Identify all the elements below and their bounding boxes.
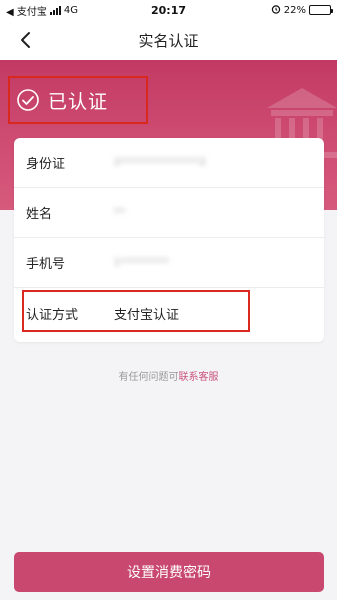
id-card-row: 身份证 2*************2 (14, 138, 324, 188)
carrier-label: ◀ 支付宝 (6, 6, 47, 18)
name-label: 姓名 (26, 207, 53, 222)
chevron-left-icon (21, 32, 30, 48)
alarm-icon (271, 4, 281, 17)
navigation-bar: 实名认证 (0, 20, 337, 60)
battery-icon (309, 5, 333, 15)
battery-percent: 22% (283, 4, 306, 16)
name-value: ** (114, 207, 126, 218)
phone-label: 手机号 (26, 257, 66, 272)
status-left: ◀ 支付宝 4G (6, 3, 78, 18)
check-circle-icon (17, 89, 39, 111)
signal-icon (49, 5, 61, 15)
set-payment-password-button[interactable]: 设置消费密码 (14, 552, 324, 592)
real-name-verification-page: ◀ 支付宝 4G 20:17 22% 实名认证 已认证 身份证 2*******… (0, 0, 337, 600)
identity-info-card: 身份证 2*************2 姓名 ** 手机号 1******** … (14, 138, 324, 342)
status-bar: ◀ 支付宝 4G 20:17 22% (0, 0, 337, 20)
name-row: 姓名 ** (14, 188, 324, 238)
page-title: 实名认证 (138, 31, 199, 50)
network-label: 4G (63, 4, 78, 16)
id-card-value: 2*************2 (114, 157, 207, 168)
verified-label: 已认证 (48, 90, 109, 113)
verified-status: 已认证 (8, 76, 148, 124)
help-text: 有任何问题可联系客服 (0, 368, 337, 383)
contact-support-link[interactable]: 联系客服 (179, 372, 219, 383)
phone-row: 手机号 1******** (14, 238, 324, 288)
auth-method-highlight (22, 290, 250, 332)
id-card-label: 身份证 (26, 157, 66, 172)
phone-value: 1******** (114, 257, 170, 268)
help-prefix: 有任何问题可 (118, 372, 179, 383)
status-right: 22% (271, 4, 333, 17)
back-button[interactable] (14, 28, 38, 52)
auth-method-row: 认证方式 支付宝认证 (14, 288, 324, 338)
